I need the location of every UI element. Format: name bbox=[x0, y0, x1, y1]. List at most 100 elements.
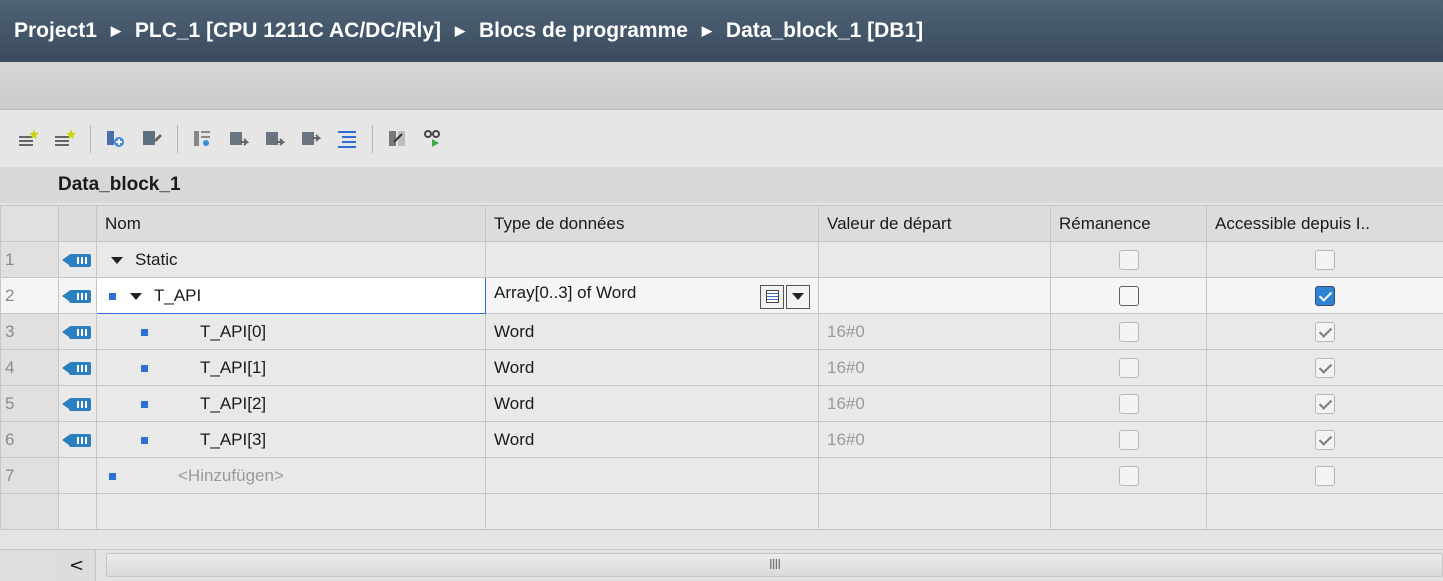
name-cell[interactable]: T_API[3] bbox=[96, 421, 486, 458]
retain-checkbox[interactable] bbox=[1118, 429, 1139, 450]
accessible-checkbox[interactable] bbox=[1315, 393, 1335, 414]
type-cell[interactable]: Word bbox=[485, 385, 819, 422]
retain-checkbox[interactable] bbox=[1118, 357, 1139, 378]
list-icon[interactable] bbox=[332, 124, 362, 154]
snapshot-icon[interactable] bbox=[188, 124, 218, 154]
retain-checkbox[interactable] bbox=[1118, 465, 1139, 486]
start-value-cell[interactable] bbox=[818, 241, 1051, 278]
column-header-retain[interactable]: Rémanence bbox=[1050, 205, 1207, 242]
retain-checkbox[interactable] bbox=[1118, 249, 1139, 270]
toolbar-separator bbox=[90, 124, 91, 153]
breadcrumb-separator-icon: ▶ bbox=[701, 23, 712, 38]
breadcrumb-plc[interactable]: PLC_1 [CPU 1211C AC/DC/Rly] bbox=[135, 19, 441, 43]
type-dropdown bbox=[760, 284, 810, 309]
row-number: 5 bbox=[0, 385, 59, 422]
accessible-checkbox[interactable] bbox=[1315, 429, 1335, 450]
name-cell[interactable]: Static bbox=[96, 241, 486, 278]
variable-name: T_API bbox=[154, 285, 202, 305]
grip-icon: IIII bbox=[768, 557, 781, 573]
name-cell[interactable]: T_API[0] bbox=[96, 313, 486, 350]
breadcrumb-program-blocks[interactable]: Blocs de programme bbox=[479, 19, 688, 43]
table-row-empty bbox=[0, 493, 1443, 530]
column-header-name[interactable]: Nom bbox=[96, 205, 486, 242]
header-band bbox=[0, 62, 1443, 110]
start-value-cell[interactable] bbox=[818, 277, 1051, 314]
list-icon bbox=[765, 290, 779, 303]
db-tag-icon bbox=[62, 253, 91, 267]
block-title: Data_block_1 bbox=[0, 167, 1443, 203]
retain-checkbox[interactable] bbox=[1118, 321, 1139, 342]
db-tag-icon bbox=[62, 325, 91, 339]
insert-row-icon[interactable] bbox=[14, 124, 44, 154]
table-row[interactable]: 5 T_API[2] Word 16#0 bbox=[0, 385, 1443, 422]
table-row[interactable]: 3 T_API[0] Word 16#0 bbox=[0, 313, 1443, 350]
row-number: 4 bbox=[0, 349, 59, 386]
table-row[interactable]: 7 <Hinzufügen> bbox=[0, 457, 1443, 494]
chevron-down-icon bbox=[792, 293, 804, 300]
breadcrumb-separator-icon: ▶ bbox=[110, 23, 121, 38]
type-cell[interactable] bbox=[485, 457, 819, 494]
retain-checkbox[interactable] bbox=[1118, 393, 1139, 414]
row-number: 2 bbox=[0, 277, 59, 314]
type-cell[interactable]: Word bbox=[485, 421, 819, 458]
element-marker-icon bbox=[109, 472, 116, 480]
copy-snapshot-icon[interactable] bbox=[224, 124, 254, 154]
type-dropdown-button[interactable] bbox=[786, 284, 810, 309]
column-header-accessible[interactable]: Accessible depuis I.. bbox=[1206, 205, 1443, 242]
name-cell[interactable]: <Hinzufügen> bbox=[96, 457, 486, 494]
keep-actual-values-icon[interactable] bbox=[383, 124, 413, 154]
type-list-button[interactable] bbox=[760, 284, 784, 309]
name-cell[interactable]: T_API bbox=[96, 277, 486, 314]
accessible-checkbox[interactable] bbox=[1315, 321, 1335, 342]
collapse-caret-icon[interactable] bbox=[130, 292, 142, 300]
scrollbar-corner bbox=[0, 549, 58, 581]
breadcrumb-data-block[interactable]: Data_block_1 [DB1] bbox=[726, 19, 923, 43]
element-marker-icon bbox=[109, 292, 116, 300]
accessible-checkbox[interactable] bbox=[1315, 357, 1335, 378]
column-header-start-value[interactable]: Valeur de départ bbox=[818, 205, 1051, 242]
table-row[interactable]: 1 Static bbox=[0, 241, 1443, 278]
add-row-icon[interactable] bbox=[50, 124, 80, 154]
type-cell[interactable]: Word bbox=[485, 349, 819, 386]
start-value-cell[interactable] bbox=[818, 457, 1051, 494]
table-row[interactable]: 4 T_API[1] Word 16#0 bbox=[0, 349, 1443, 386]
name-cell[interactable]: T_API[1] bbox=[96, 349, 486, 386]
column-header-type[interactable]: Type de données bbox=[485, 205, 819, 242]
db-tag-icon bbox=[62, 433, 91, 447]
type-cell[interactable]: Array[0..3] of Word bbox=[485, 277, 819, 314]
variable-name: T_API[0] bbox=[200, 321, 267, 341]
type-cell[interactable] bbox=[485, 241, 819, 278]
start-value-cell[interactable]: 16#0 bbox=[818, 385, 1051, 422]
data-block-table: Nom Type de données Valeur de départ Rém… bbox=[0, 205, 1443, 530]
row-number: 3 bbox=[0, 313, 59, 350]
accessible-checkbox[interactable] bbox=[1315, 285, 1335, 306]
start-value-cell[interactable]: 16#0 bbox=[818, 421, 1051, 458]
type-value: Array[0..3] of Word bbox=[494, 282, 637, 302]
table-row[interactable]: 2 T_API Array[0..3] of Word bbox=[0, 277, 1443, 314]
retain-checkbox[interactable] bbox=[1118, 285, 1139, 306]
load-snapshot-icon[interactable] bbox=[260, 124, 290, 154]
accessible-checkbox[interactable] bbox=[1315, 249, 1335, 270]
load-start-values-icon[interactable] bbox=[296, 124, 326, 154]
breadcrumb: Project1 ▶ PLC_1 [CPU 1211C AC/DC/Rly] ▶… bbox=[0, 0, 1443, 62]
start-value-cell[interactable]: 16#0 bbox=[818, 349, 1051, 386]
breadcrumb-project[interactable]: Project1 bbox=[14, 19, 97, 43]
start-value-cell[interactable]: 16#0 bbox=[818, 313, 1051, 350]
collapse-caret-icon[interactable] bbox=[111, 256, 123, 264]
type-cell[interactable]: Word bbox=[485, 313, 819, 350]
element-marker-icon bbox=[141, 364, 148, 372]
collapse-icon[interactable] bbox=[137, 124, 167, 154]
horizontal-scrollbar[interactable]: < IIII bbox=[58, 549, 1443, 581]
name-cell[interactable]: T_API[2] bbox=[96, 385, 486, 422]
toolbar-separator bbox=[177, 124, 178, 153]
scrollbar-thumb[interactable]: IIII bbox=[106, 553, 1443, 577]
monitor-icon[interactable] bbox=[419, 124, 449, 154]
header-rownum bbox=[0, 205, 59, 242]
table-row[interactable]: 6 T_API[3] Word 16#0 bbox=[0, 421, 1443, 458]
scroll-left-button[interactable]: < bbox=[58, 550, 96, 581]
db-tag-icon bbox=[62, 289, 91, 303]
accessible-checkbox[interactable] bbox=[1315, 465, 1335, 486]
expand-icon[interactable] bbox=[101, 124, 131, 154]
breadcrumb-separator-icon: ▶ bbox=[455, 23, 466, 38]
row-number: 1 bbox=[0, 241, 59, 278]
